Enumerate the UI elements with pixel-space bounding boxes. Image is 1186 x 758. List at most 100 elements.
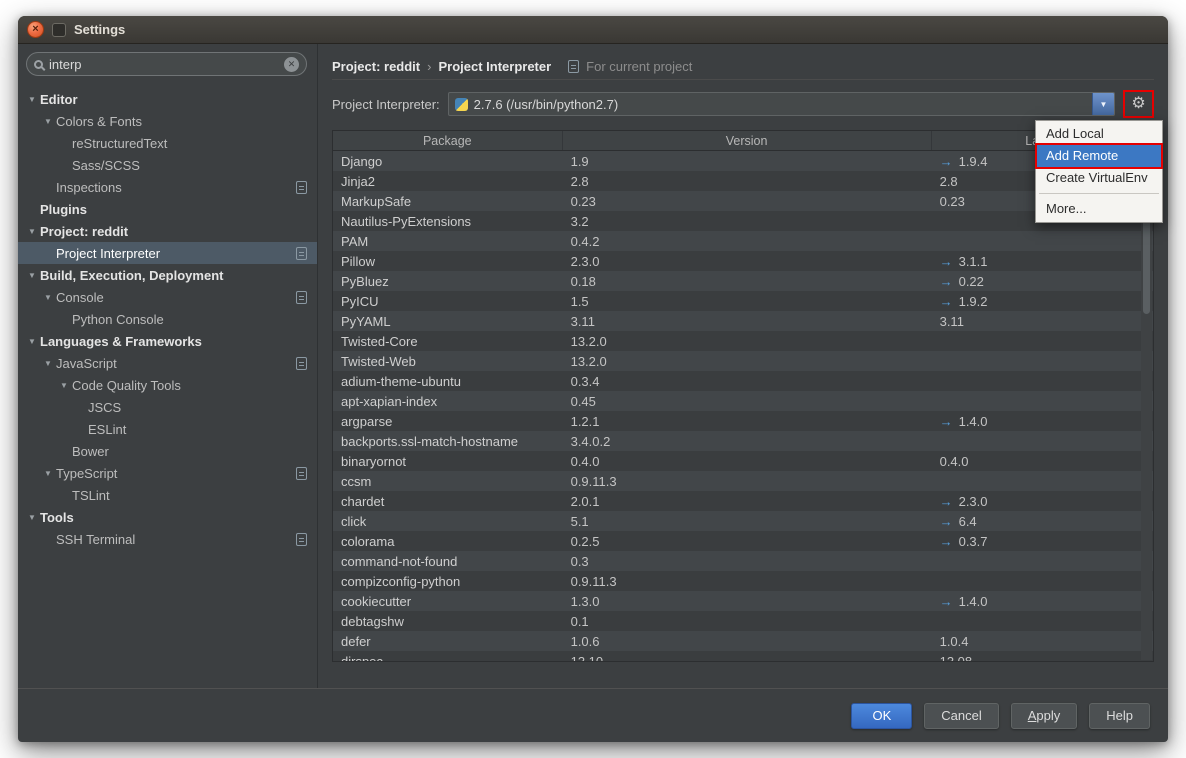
tree-item-project-reddit[interactable]: ▼Project: reddit bbox=[18, 220, 317, 242]
breadcrumb-separator-icon: › bbox=[427, 59, 431, 74]
version-cell: 3.2 bbox=[563, 214, 932, 229]
tree-item-editor[interactable]: ▼Editor bbox=[18, 88, 317, 110]
cancel-button[interactable]: Cancel bbox=[924, 703, 998, 729]
close-button[interactable]: × bbox=[27, 21, 44, 38]
table-row-defer[interactable]: defer1.0.61.0.4 bbox=[333, 631, 1153, 651]
clear-search-icon[interactable]: ✕ bbox=[284, 57, 299, 72]
expander-icon[interactable]: ▼ bbox=[24, 337, 40, 346]
expander-icon[interactable]: ▼ bbox=[56, 381, 72, 390]
version-cell: 3.4.0.2 bbox=[563, 434, 932, 449]
table-row-backports-ssl-match-hostname[interactable]: backports.ssl-match-hostname3.4.0.2 bbox=[333, 431, 1153, 451]
version-cell: 0.45 bbox=[563, 394, 932, 409]
package-cell: ccsm bbox=[333, 474, 563, 489]
latest-cell: →0.22 bbox=[932, 274, 1153, 289]
latest-cell: 13.08 bbox=[932, 654, 1153, 662]
tree-item-jscs[interactable]: JSCS bbox=[18, 396, 317, 418]
table-row-dirspec[interactable]: dirspec13.1013.08 bbox=[333, 651, 1153, 661]
package-cell: PyYAML bbox=[333, 314, 563, 329]
tree-item-bower[interactable]: Bower bbox=[18, 440, 317, 462]
version-cell: 2.0.1 bbox=[563, 494, 932, 509]
table-row-compizconfig-python[interactable]: compizconfig-python0.9.11.3 bbox=[333, 571, 1153, 591]
menu-item-add-remote[interactable]: Add Remote bbox=[1037, 145, 1161, 167]
column-header-version[interactable]: Version bbox=[563, 131, 932, 150]
tree-item-build-execution-deployment[interactable]: ▼Build, Execution, Deployment bbox=[18, 264, 317, 286]
version-cell: 1.9 bbox=[563, 154, 932, 169]
table-row-adium-theme-ubuntu[interactable]: adium-theme-ubuntu0.3.4 bbox=[333, 371, 1153, 391]
table-row-cookiecutter[interactable]: cookiecutter1.3.0→1.4.0 bbox=[333, 591, 1153, 611]
upgrade-arrow-icon: → bbox=[940, 254, 953, 269]
tree-item-restructuredtext[interactable]: reStructuredText bbox=[18, 132, 317, 154]
column-header-package[interactable]: Package bbox=[333, 131, 563, 150]
package-cell: backports.ssl-match-hostname bbox=[333, 434, 563, 449]
package-cell: command-not-found bbox=[333, 554, 563, 569]
table-row-argparse[interactable]: argparse1.2.1→1.4.0 bbox=[333, 411, 1153, 431]
table-row-colorama[interactable]: colorama0.2.5→0.3.7 bbox=[333, 531, 1153, 551]
tree-item-label: Code Quality Tools bbox=[72, 378, 181, 393]
table-row-nautilus-pyextensions[interactable]: Nautilus-PyExtensions3.2 bbox=[333, 211, 1153, 231]
package-cell: apt-xapian-index bbox=[333, 394, 563, 409]
menu-item-more[interactable]: More... bbox=[1037, 198, 1161, 220]
tree-item-eslint[interactable]: ESLint bbox=[18, 418, 317, 440]
table-row-command-not-found[interactable]: command-not-found0.3 bbox=[333, 551, 1153, 571]
table-row-apt-xapian-index[interactable]: apt-xapian-index0.45 bbox=[333, 391, 1153, 411]
expander-icon[interactable]: ▼ bbox=[40, 293, 56, 302]
package-cell: chardet bbox=[333, 494, 563, 509]
table-row-pybluez[interactable]: PyBluez0.18→0.22 bbox=[333, 271, 1153, 291]
table-row-markupsafe[interactable]: MarkupSafe0.230.23 bbox=[333, 191, 1153, 211]
expander-icon[interactable]: ▼ bbox=[40, 117, 56, 126]
table-scrollbar[interactable] bbox=[1141, 152, 1152, 660]
tree-item-tslint[interactable]: TSLint bbox=[18, 484, 317, 506]
expander-icon[interactable]: ▼ bbox=[24, 227, 40, 236]
tree-item-typescript[interactable]: ▼TypeScript bbox=[18, 462, 317, 484]
expander-icon[interactable]: ▼ bbox=[40, 359, 56, 368]
table-row-pyyaml[interactable]: PyYAML3.113.11 bbox=[333, 311, 1153, 331]
table-row-ccsm[interactable]: ccsm0.9.11.3 bbox=[333, 471, 1153, 491]
table-row-debtagshw[interactable]: debtagshw0.1 bbox=[333, 611, 1153, 631]
tree-item-inspections[interactable]: Inspections bbox=[18, 176, 317, 198]
settings-search-field[interactable]: interp ✕ bbox=[26, 52, 307, 76]
version-cell: 13.2.0 bbox=[563, 334, 932, 349]
tree-item-ssh-terminal[interactable]: SSH Terminal bbox=[18, 528, 317, 550]
apply-button[interactable]: Apply bbox=[1011, 703, 1078, 729]
upgrade-arrow-icon: → bbox=[940, 274, 953, 289]
tree-item-label: Colors & Fonts bbox=[56, 114, 142, 129]
tree-item-sass-scss[interactable]: Sass/SCSS bbox=[18, 154, 317, 176]
table-row-twisted-core[interactable]: Twisted-Core13.2.0 bbox=[333, 331, 1153, 351]
expander-icon[interactable]: ▼ bbox=[24, 513, 40, 522]
breadcrumb-project[interactable]: Project: reddit bbox=[332, 59, 420, 74]
table-row-chardet[interactable]: chardet2.0.1→2.3.0 bbox=[333, 491, 1153, 511]
version-cell: 13.2.0 bbox=[563, 354, 932, 369]
tree-item-python-console[interactable]: Python Console bbox=[18, 308, 317, 330]
chevron-down-icon: ▼ bbox=[1100, 100, 1108, 109]
gear-button[interactable]: ⚙ bbox=[1126, 93, 1151, 115]
interpreter-combobox[interactable]: 2.7.6 (/usr/bin/python2.7) ▼ bbox=[448, 92, 1115, 116]
tree-item-code-quality-tools[interactable]: ▼Code Quality Tools bbox=[18, 374, 317, 396]
help-button[interactable]: Help bbox=[1089, 703, 1150, 729]
search-input-value[interactable]: interp bbox=[49, 57, 278, 72]
expander-icon[interactable]: ▼ bbox=[24, 95, 40, 104]
table-row-pyicu[interactable]: PyICU1.5→1.9.2 bbox=[333, 291, 1153, 311]
titlebar[interactable]: × Settings bbox=[18, 16, 1168, 44]
tree-item-languages-frameworks[interactable]: ▼Languages & Frameworks bbox=[18, 330, 317, 352]
expander-icon[interactable]: ▼ bbox=[40, 469, 56, 478]
tree-item-project-interpreter[interactable]: Project Interpreter bbox=[18, 242, 317, 264]
menu-item-create-virtualenv[interactable]: Create VirtualEnv bbox=[1037, 167, 1161, 189]
search-icon bbox=[34, 60, 43, 69]
combo-dropdown-button[interactable]: ▼ bbox=[1092, 93, 1114, 115]
tree-item-console[interactable]: ▼Console bbox=[18, 286, 317, 308]
expander-icon[interactable]: ▼ bbox=[24, 271, 40, 280]
table-row-click[interactable]: click5.1→6.4 bbox=[333, 511, 1153, 531]
table-row-binaryornot[interactable]: binaryornot0.4.00.4.0 bbox=[333, 451, 1153, 471]
table-row-pam[interactable]: PAM0.4.2 bbox=[333, 231, 1153, 251]
ok-button[interactable]: OK bbox=[851, 703, 912, 729]
tree-item-javascript[interactable]: ▼JavaScript bbox=[18, 352, 317, 374]
tree-item-tools[interactable]: ▼Tools bbox=[18, 506, 317, 528]
table-row-django[interactable]: Django1.9→1.9.4 bbox=[333, 151, 1153, 171]
menu-item-add-local[interactable]: Add Local bbox=[1037, 123, 1161, 145]
table-row-pillow[interactable]: Pillow2.3.0→3.1.1 bbox=[333, 251, 1153, 271]
tree-item-colors-fonts[interactable]: ▼Colors & Fonts bbox=[18, 110, 317, 132]
table-row-twisted-web[interactable]: Twisted-Web13.2.0 bbox=[333, 351, 1153, 371]
table-row-jinja2[interactable]: Jinja22.82.8 bbox=[333, 171, 1153, 191]
latest-cell: 3.11 bbox=[932, 314, 1153, 329]
tree-item-plugins[interactable]: Plugins bbox=[18, 198, 317, 220]
